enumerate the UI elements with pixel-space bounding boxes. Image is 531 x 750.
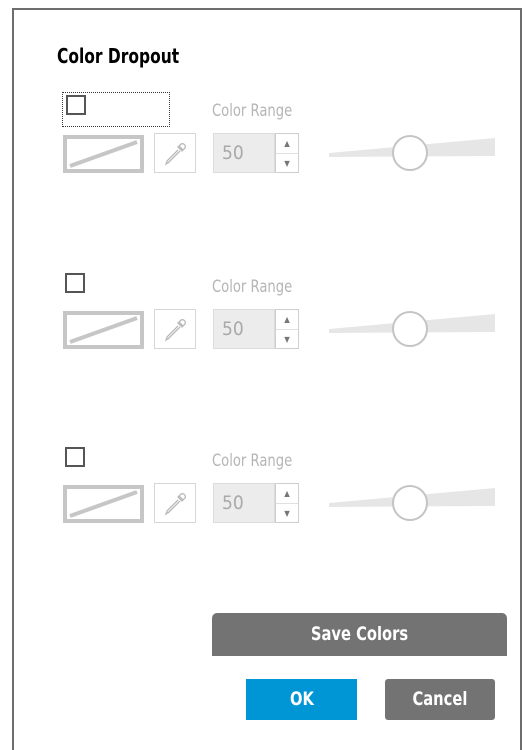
dialog-title: Color Dropout	[57, 44, 180, 68]
color-range-input[interactable]: 50	[213, 309, 275, 349]
checkbox-wrapper	[62, 445, 170, 477]
color-1-checkbox[interactable]	[66, 95, 86, 115]
color-range-input[interactable]: 50	[213, 483, 275, 523]
eyedropper-button[interactable]	[154, 309, 196, 349]
color-range-slider[interactable]	[329, 133, 495, 175]
eyedropper-icon	[164, 319, 186, 342]
color-range-value: 50	[222, 142, 244, 164]
color-group-2: Color Range 50 ▲ ▼	[0, 271, 531, 361]
slider-knob[interactable]	[392, 485, 428, 521]
color-2-swatch[interactable]	[63, 311, 144, 349]
color-3-swatch[interactable]	[63, 485, 144, 523]
chevron-down-icon[interactable]: ▼	[276, 329, 298, 349]
color-range-slider[interactable]	[329, 309, 495, 351]
ok-button[interactable]: OK	[246, 679, 357, 720]
save-colors-button[interactable]: Save Colors	[212, 613, 507, 656]
chevron-down-icon[interactable]: ▼	[276, 503, 298, 523]
chevron-up-icon[interactable]: ▲	[276, 134, 298, 153]
color-range-value: 50	[222, 318, 244, 340]
eyedropper-button[interactable]	[154, 133, 196, 173]
chevron-up-icon[interactable]: ▲	[276, 310, 298, 329]
color-range-label: Color Range	[212, 451, 293, 471]
color-range-label: Color Range	[212, 101, 293, 121]
no-color-swatch-icon	[69, 140, 138, 168]
no-color-swatch-icon	[69, 490, 138, 518]
cancel-label: Cancel	[412, 688, 468, 710]
color-group-3: Color Range 50 ▲ ▼	[0, 445, 531, 535]
chevron-down-icon[interactable]: ▼	[276, 153, 298, 173]
eyedropper-icon	[164, 493, 186, 516]
color-range-stepper[interactable]: ▲ ▼	[275, 133, 299, 173]
slider-knob[interactable]	[392, 135, 428, 171]
eyedropper-icon	[164, 143, 186, 166]
color-1-swatch[interactable]	[63, 135, 144, 173]
color-range-stepper[interactable]: ▲ ▼	[275, 309, 299, 349]
checkbox-focus-outline	[62, 92, 170, 127]
ok-label: OK	[289, 688, 314, 710]
color-2-checkbox[interactable]	[65, 273, 85, 293]
cancel-button[interactable]: Cancel	[385, 679, 495, 720]
color-group-1: Color Range 50 ▲ ▼	[0, 92, 531, 185]
no-color-swatch-icon	[69, 316, 138, 344]
color-range-label: Color Range	[212, 277, 293, 297]
slider-knob[interactable]	[392, 311, 428, 347]
color-range-slider[interactable]	[329, 483, 495, 525]
save-colors-label: Save Colors	[310, 623, 409, 645]
checkbox-wrapper	[62, 271, 170, 303]
color-range-input[interactable]: 50	[213, 133, 275, 173]
eyedropper-button[interactable]	[154, 483, 196, 523]
chevron-up-icon[interactable]: ▲	[276, 484, 298, 503]
color-range-value: 50	[222, 492, 244, 514]
color-range-stepper[interactable]: ▲ ▼	[275, 483, 299, 523]
color-3-checkbox[interactable]	[65, 447, 85, 467]
